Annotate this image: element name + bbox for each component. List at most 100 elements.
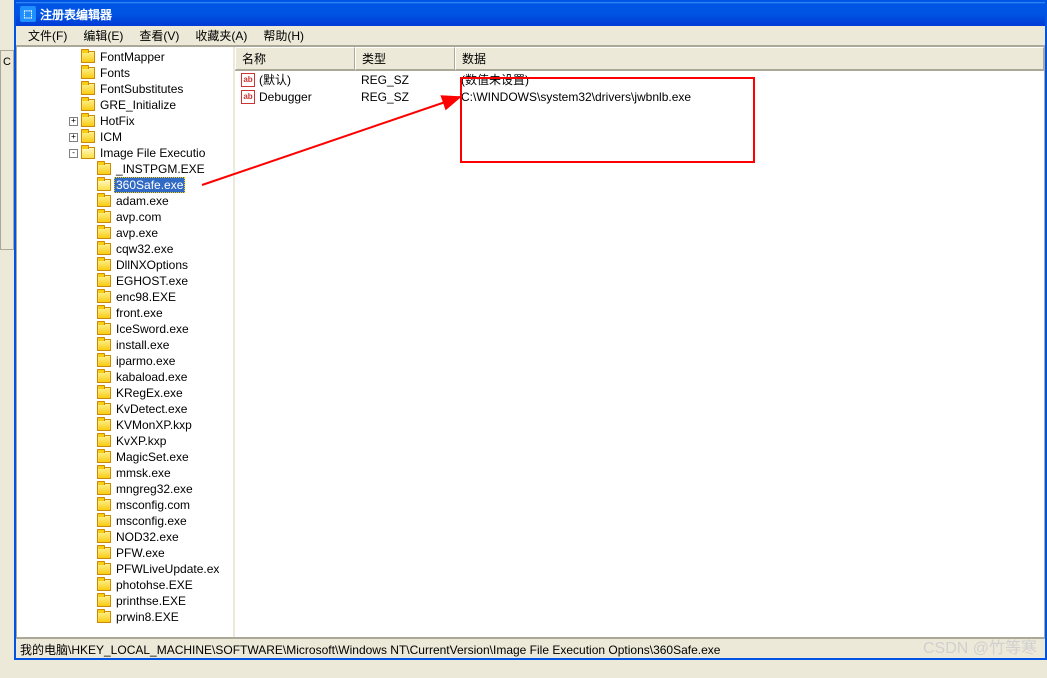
tree-item[interactable]: MagicSet.exe xyxy=(17,449,233,465)
tree-item-label: _INSTPGM.EXE xyxy=(114,162,207,176)
header-data[interactable]: 数据 xyxy=(455,47,1044,70)
tree-item[interactable]: prwin8.EXE xyxy=(17,609,233,625)
tree-item[interactable]: + HotFix xyxy=(17,113,233,129)
tree-item[interactable]: 360Safe.exe xyxy=(17,177,233,193)
app-icon: ⬚ xyxy=(20,6,36,22)
titlebar[interactable]: ⬚ 注册表编辑器 xyxy=(16,2,1045,26)
menu-edit[interactable]: 编辑(E) xyxy=(75,25,131,46)
folder-icon xyxy=(97,611,111,623)
tree-item[interactable]: msconfig.com xyxy=(17,497,233,513)
list-header: 名称 类型 数据 xyxy=(235,47,1044,71)
folder-icon xyxy=(97,195,111,207)
tree-item[interactable]: PFWLiveUpdate.ex xyxy=(17,561,233,577)
folder-icon xyxy=(97,371,111,383)
tree-pane[interactable]: FontMapper FontsFontSubstitutesGRE_Initia… xyxy=(17,47,235,637)
collapse-icon[interactable]: - xyxy=(69,149,78,158)
tree-item[interactable]: avp.com xyxy=(17,209,233,225)
tree-item[interactable]: KVMonXP.kxp xyxy=(17,417,233,433)
tree-item-label: avp.com xyxy=(114,210,163,224)
tree-item-label: ICM xyxy=(98,130,124,144)
tree-item-label: NOD32.exe xyxy=(114,530,181,544)
tree-item-label: avp.exe xyxy=(114,226,160,240)
tree-item[interactable]: KvDetect.exe xyxy=(17,401,233,417)
folder-icon xyxy=(97,307,111,319)
tree-item-label: install.exe xyxy=(114,338,171,352)
tree-item[interactable]: mngreg32.exe xyxy=(17,481,233,497)
folder-icon xyxy=(97,291,111,303)
folder-icon xyxy=(97,163,111,175)
folder-icon xyxy=(81,51,95,63)
tree-item[interactable]: + ICM xyxy=(17,129,233,145)
menu-view[interactable]: 查看(V) xyxy=(131,25,187,46)
tree-item[interactable]: FontMapper xyxy=(17,49,233,65)
tree-item-label: photohse.EXE xyxy=(114,578,195,592)
expand-icon[interactable]: + xyxy=(69,117,78,126)
tree-item[interactable]: msconfig.exe xyxy=(17,513,233,529)
header-name[interactable]: 名称 xyxy=(235,47,355,70)
tree-item[interactable]: _INSTPGM.EXE xyxy=(17,161,233,177)
folder-icon xyxy=(97,403,111,415)
tree-item-label: enc98.EXE xyxy=(114,290,178,304)
registry-tree: FontMapper FontsFontSubstitutesGRE_Initia… xyxy=(17,47,233,627)
tree-item[interactable]: kabaload.exe xyxy=(17,369,233,385)
folder-icon xyxy=(97,227,111,239)
tree-item[interactable]: KvXP.kxp xyxy=(17,433,233,449)
tree-item-label: KvXP.kxp xyxy=(114,434,168,448)
folder-icon xyxy=(97,531,111,543)
folder-icon xyxy=(97,595,111,607)
folder-icon xyxy=(97,275,111,287)
folder-icon xyxy=(97,243,111,255)
tree-item[interactable]: front.exe xyxy=(17,305,233,321)
content-area: FontMapper FontsFontSubstitutesGRE_Initia… xyxy=(16,46,1045,638)
tree-item[interactable]: - Image File Executio xyxy=(17,145,233,161)
folder-icon xyxy=(97,259,111,271)
tree-item[interactable]: DllNXOptions xyxy=(17,257,233,273)
tree-item-label: prwin8.EXE xyxy=(114,610,181,624)
tree-item[interactable]: mmsk.exe xyxy=(17,465,233,481)
folder-icon xyxy=(97,547,111,559)
tree-item[interactable]: NOD32.exe xyxy=(17,529,233,545)
menu-help[interactable]: 帮助(H) xyxy=(255,25,312,46)
statusbar: 我的电脑\HKEY_LOCAL_MACHINE\SOFTWARE\Microso… xyxy=(16,638,1045,658)
tree-item[interactable]: Fonts xyxy=(17,65,233,81)
header-type[interactable]: 类型 xyxy=(355,47,455,70)
status-path: 我的电脑\HKEY_LOCAL_MACHINE\SOFTWARE\Microso… xyxy=(20,643,720,657)
tree-item-label: DllNXOptions xyxy=(114,258,190,272)
value-type: REG_SZ xyxy=(357,73,457,87)
tree-item[interactable]: IceSword.exe xyxy=(17,321,233,337)
folder-icon xyxy=(81,83,95,95)
list-pane[interactable]: 名称 类型 数据 ab(默认)REG_SZ(数值未设置)abDebuggerRE… xyxy=(235,47,1044,637)
tree-item-label: EGHOST.exe xyxy=(114,274,190,288)
tree-item[interactable]: enc98.EXE xyxy=(17,289,233,305)
folder-icon xyxy=(97,179,111,191)
tree-item[interactable]: PFW.exe xyxy=(17,545,233,561)
tree-item[interactable]: FontSubstitutes xyxy=(17,81,233,97)
menu-file[interactable]: 文件(F) xyxy=(20,25,75,46)
expand-icon[interactable]: + xyxy=(69,133,78,142)
tree-item[interactable]: GRE_Initialize xyxy=(17,97,233,113)
tree-item-label: Image File Executio xyxy=(98,146,207,160)
folder-icon xyxy=(97,451,111,463)
tree-item[interactable]: iparmo.exe xyxy=(17,353,233,369)
tree-item-label: FontMapper xyxy=(98,50,167,64)
folder-icon xyxy=(97,387,111,399)
tree-item[interactable]: cqw32.exe xyxy=(17,241,233,257)
tree-item-label: HotFix xyxy=(98,114,137,128)
list-row[interactable]: ab(默认)REG_SZ(数值未设置) xyxy=(235,71,1044,88)
folder-icon xyxy=(97,515,111,527)
tree-item[interactable]: printhse.EXE xyxy=(17,593,233,609)
string-value-icon: ab xyxy=(241,90,255,104)
folder-icon xyxy=(81,99,95,111)
folder-icon xyxy=(81,147,95,159)
tree-item[interactable]: photohse.EXE xyxy=(17,577,233,593)
tree-item-label: Fonts xyxy=(98,66,132,80)
tree-item[interactable]: install.exe xyxy=(17,337,233,353)
string-value-icon: ab xyxy=(241,73,255,87)
tree-item[interactable]: avp.exe xyxy=(17,225,233,241)
menu-favorites[interactable]: 收藏夹(A) xyxy=(187,25,255,46)
tree-item[interactable]: EGHOST.exe xyxy=(17,273,233,289)
tree-item[interactable]: KRegEx.exe xyxy=(17,385,233,401)
tree-item[interactable]: adam.exe xyxy=(17,193,233,209)
list-row[interactable]: abDebuggerREG_SZC:\WINDOWS\system32\driv… xyxy=(235,88,1044,105)
left-fragment: C 仵 址 xyxy=(0,50,14,250)
